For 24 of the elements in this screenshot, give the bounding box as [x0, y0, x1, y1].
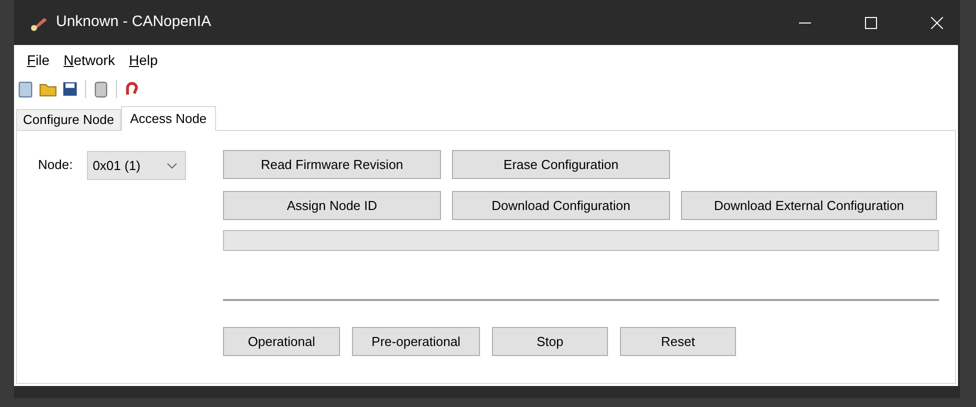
action-button[interactable]: Erase Configuration	[452, 150, 670, 179]
action-button[interactable]: Download Configuration	[452, 191, 670, 220]
state-button[interactable]: Pre-operational	[352, 327, 480, 356]
minimize-icon[interactable]	[799, 22, 811, 24]
tab[interactable]: Configure Node	[16, 109, 122, 130]
action-button[interactable]: Download External Configuration	[681, 191, 937, 220]
state-button[interactable]: Operational	[223, 327, 340, 356]
file-icon[interactable]	[17, 80, 35, 98]
window-title: Unknown - CANopenIA	[56, 12, 212, 32]
tab[interactable]: Access Node	[121, 106, 216, 131]
caret-icon	[166, 162, 177, 168]
state-button[interactable]: Reset	[620, 327, 736, 356]
menu-item[interactable]: Help	[122, 50, 164, 70]
action-button[interactable]: Assign Node ID	[223, 191, 441, 220]
node-label: Node:	[38, 156, 73, 174]
menu-item[interactable]: Network	[58, 50, 121, 70]
floppy-disk-icon[interactable]	[61, 80, 79, 98]
node-dropdown[interactable]: 0x01 (1)	[86, 151, 186, 180]
maximize-icon[interactable]	[865, 16, 877, 28]
state-button[interactable]: Stop	[492, 327, 608, 356]
close-icon[interactable]	[931, 16, 943, 28]
action-button[interactable]: Read Firmware Revision	[223, 150, 441, 179]
device-icon[interactable]	[92, 80, 110, 98]
menu-item[interactable]: File	[21, 50, 56, 70]
